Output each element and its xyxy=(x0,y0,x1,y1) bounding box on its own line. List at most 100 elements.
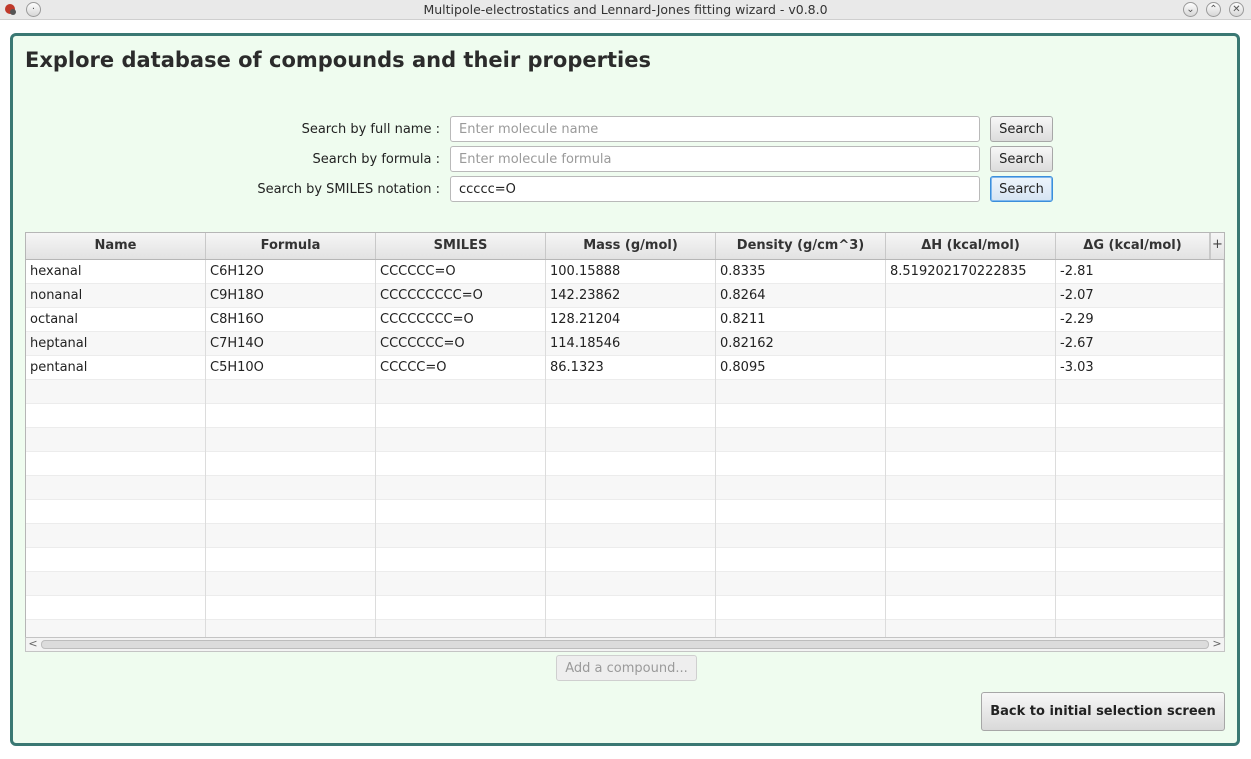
search-smiles-button[interactable]: Search xyxy=(990,176,1053,202)
cell-density[interactable] xyxy=(716,404,886,428)
cell-dg[interactable] xyxy=(1056,572,1224,596)
cell-dg[interactable]: -2.29 xyxy=(1056,308,1224,332)
cell-name[interactable]: octanal xyxy=(26,308,206,332)
close-icon[interactable]: ✕ xyxy=(1229,2,1244,17)
minimize-icon[interactable]: ⌄ xyxy=(1183,2,1198,17)
cell-smiles[interactable] xyxy=(376,500,546,524)
cell-smiles[interactable] xyxy=(376,548,546,572)
cell-smiles[interactable] xyxy=(376,524,546,548)
table-row[interactable] xyxy=(26,476,1224,500)
cell-mass[interactable] xyxy=(546,476,716,500)
cell-dh[interactable] xyxy=(886,452,1056,476)
column-menu-button[interactable]: + xyxy=(1210,233,1224,259)
search-formula-input[interactable] xyxy=(450,146,980,172)
cell-name[interactable]: hexanal xyxy=(26,260,206,284)
cell-dh[interactable] xyxy=(886,404,1056,428)
cell-formula[interactable] xyxy=(206,548,376,572)
column-header-dh[interactable]: ΔH (kcal/mol) xyxy=(886,233,1056,259)
cell-dh[interactable] xyxy=(886,524,1056,548)
cell-dh[interactable] xyxy=(886,380,1056,404)
cell-density[interactable]: 0.8095 xyxy=(716,356,886,380)
column-header-dg[interactable]: ΔG (kcal/mol) xyxy=(1056,233,1210,259)
cell-dg[interactable] xyxy=(1056,476,1224,500)
cell-formula[interactable] xyxy=(206,452,376,476)
cell-mass[interactable]: 114.18546 xyxy=(546,332,716,356)
cell-mass[interactable] xyxy=(546,524,716,548)
table-row[interactable] xyxy=(26,380,1224,404)
cell-name[interactable] xyxy=(26,500,206,524)
cell-dg[interactable] xyxy=(1056,428,1224,452)
cell-mass[interactable]: 128.21204 xyxy=(546,308,716,332)
cell-density[interactable]: 0.82162 xyxy=(716,332,886,356)
cell-name[interactable] xyxy=(26,404,206,428)
cell-dg[interactable]: -2.67 xyxy=(1056,332,1224,356)
column-header-formula[interactable]: Formula xyxy=(206,233,376,259)
cell-dg[interactable]: -2.81 xyxy=(1056,260,1224,284)
table-row[interactable]: octanal C8H16O CCCCCCCC=O 128.21204 0.8211 -2… xyxy=(26,308,1224,332)
scroll-right-icon[interactable]: > xyxy=(1210,638,1224,651)
cell-mass[interactable] xyxy=(546,500,716,524)
maximize-icon[interactable]: ⌃ xyxy=(1206,2,1221,17)
cell-dg[interactable]: -3.03 xyxy=(1056,356,1224,380)
cell-dh[interactable] xyxy=(886,428,1056,452)
cell-smiles[interactable]: CCCCCCCC=O xyxy=(376,308,546,332)
cell-name[interactable] xyxy=(26,548,206,572)
cell-name[interactable] xyxy=(26,428,206,452)
cell-smiles[interactable] xyxy=(376,476,546,500)
table-row[interactable] xyxy=(26,452,1224,476)
cell-smiles[interactable]: CCCCCCCCC=O xyxy=(376,284,546,308)
column-header-mass[interactable]: Mass (g/mol) xyxy=(546,233,716,259)
cell-formula[interactable] xyxy=(206,404,376,428)
cell-dh[interactable] xyxy=(886,500,1056,524)
cell-formula[interactable] xyxy=(206,476,376,500)
cell-formula[interactable] xyxy=(206,524,376,548)
cell-density[interactable] xyxy=(716,572,886,596)
cell-density[interactable] xyxy=(716,524,886,548)
cell-dh[interactable] xyxy=(886,356,1056,380)
cell-density[interactable] xyxy=(716,380,886,404)
cell-mass[interactable]: 100.15888 xyxy=(546,260,716,284)
cell-dg[interactable] xyxy=(1056,500,1224,524)
cell-density[interactable] xyxy=(716,500,886,524)
cell-mass[interactable]: 86.1323 xyxy=(546,356,716,380)
table-row[interactable] xyxy=(26,572,1224,596)
table-row[interactable]: nonanal C9H18O CCCCCCCCC=O 142.23862 0.8264 -… xyxy=(26,284,1224,308)
cell-formula[interactable] xyxy=(206,596,376,620)
cell-smiles[interactable]: CCCCC=O xyxy=(376,356,546,380)
cell-density[interactable] xyxy=(716,476,886,500)
cell-density[interactable]: 0.8264 xyxy=(716,284,886,308)
search-name-button[interactable]: Search xyxy=(990,116,1053,142)
cell-smiles[interactable] xyxy=(376,380,546,404)
cell-mass[interactable] xyxy=(546,452,716,476)
table-row[interactable] xyxy=(26,524,1224,548)
cell-smiles[interactable] xyxy=(376,452,546,476)
cell-formula[interactable] xyxy=(206,380,376,404)
cell-mass[interactable] xyxy=(546,596,716,620)
cell-name[interactable] xyxy=(26,452,206,476)
cell-dg[interactable] xyxy=(1056,596,1224,620)
table-row[interactable] xyxy=(26,428,1224,452)
cell-mass[interactable]: 142.23862 xyxy=(546,284,716,308)
cell-smiles[interactable]: CCCCCC=O xyxy=(376,260,546,284)
cell-density[interactable]: 0.8335 xyxy=(716,260,886,284)
cell-dh[interactable] xyxy=(886,572,1056,596)
horizontal-scrollbar[interactable]: < > xyxy=(25,637,1225,652)
cell-name[interactable] xyxy=(26,476,206,500)
add-compound-button[interactable]: Add a compound... xyxy=(556,655,697,681)
cell-dg[interactable] xyxy=(1056,380,1224,404)
table-row[interactable] xyxy=(26,548,1224,572)
cell-dg[interactable] xyxy=(1056,524,1224,548)
cell-dg[interactable] xyxy=(1056,548,1224,572)
column-header-name[interactable]: Name xyxy=(26,233,206,259)
cell-name[interactable]: nonanal xyxy=(26,284,206,308)
cell-dh[interactable] xyxy=(886,548,1056,572)
cell-dh[interactable] xyxy=(886,596,1056,620)
cell-name[interactable] xyxy=(26,596,206,620)
cell-dh[interactable] xyxy=(886,308,1056,332)
cell-dg[interactable] xyxy=(1056,452,1224,476)
table-row[interactable] xyxy=(26,404,1224,428)
cell-density[interactable] xyxy=(716,596,886,620)
cell-smiles[interactable] xyxy=(376,428,546,452)
cell-formula[interactable] xyxy=(206,500,376,524)
back-to-selection-button[interactable]: Back to initial selection screen xyxy=(981,692,1225,731)
